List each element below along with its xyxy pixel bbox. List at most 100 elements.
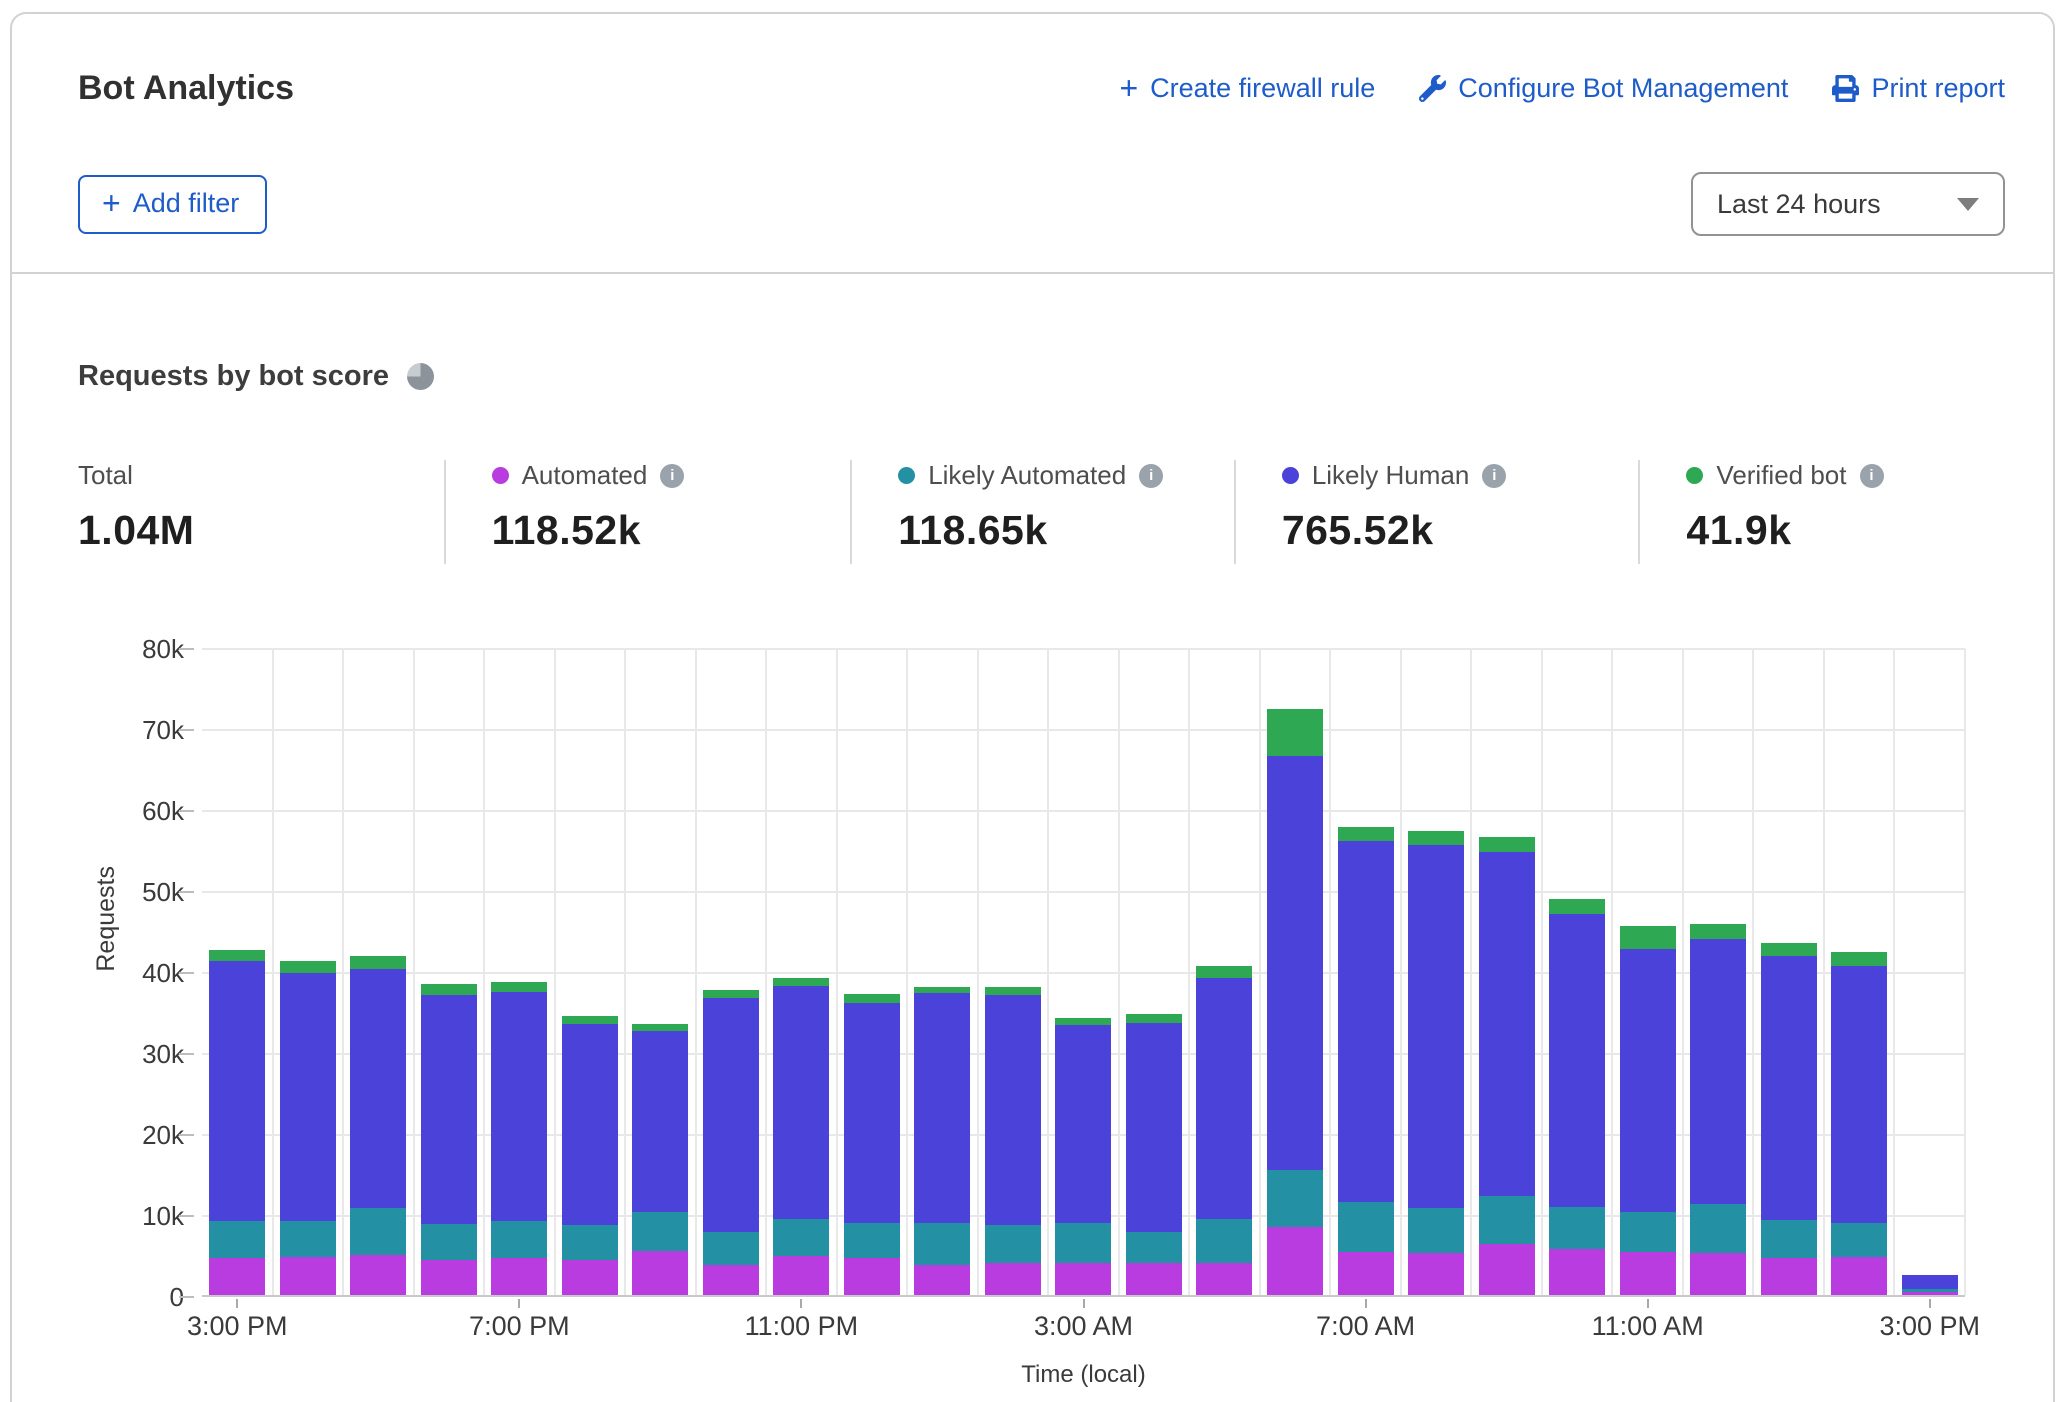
bar-segment-automated	[1196, 1263, 1252, 1295]
chart-slot	[555, 649, 626, 1295]
chart-slot	[273, 649, 344, 1295]
bar-segment-verified-bot	[985, 987, 1041, 994]
stacked-bar[interactable]	[1196, 966, 1252, 1295]
stat-verified-bot: Verified bot i 41.9k	[1638, 460, 2053, 564]
requests-chart: Requests Time (local) 010k20k30k40k50k60…	[12, 584, 2053, 1380]
card-header: Bot Analytics + Create firewall rule Con…	[12, 14, 2053, 274]
bar-segment-likely-human	[491, 992, 547, 1221]
stacked-bar[interactable]	[844, 994, 900, 1295]
bar-segment-likely-automated	[1338, 1202, 1394, 1252]
y-axis-tick-label: 0	[12, 1282, 184, 1313]
stacked-bar[interactable]	[773, 978, 829, 1295]
bar-segment-likely-automated	[280, 1221, 336, 1257]
stacked-bar[interactable]	[280, 961, 336, 1295]
chart-slot	[1330, 649, 1401, 1295]
time-range-value: Last 24 hours	[1717, 189, 1881, 220]
bar-segment-likely-human	[1761, 956, 1817, 1219]
stacked-bar[interactable]	[1408, 831, 1464, 1295]
bar-segment-likely-human	[350, 969, 406, 1207]
likely-automated-legend-dot	[898, 467, 915, 484]
stacked-bar[interactable]	[350, 956, 406, 1295]
bar-segment-automated	[632, 1251, 688, 1295]
bar-segment-likely-human	[844, 1003, 900, 1223]
info-icon[interactable]: i	[1139, 464, 1163, 488]
stacked-bar[interactable]	[1479, 837, 1535, 1295]
bar-segment-automated	[773, 1256, 829, 1295]
y-axis-tickmark	[179, 1215, 194, 1217]
bar-segment-likely-human	[1267, 756, 1323, 1171]
bar-segment-automated	[1055, 1263, 1111, 1295]
stacked-bar[interactable]	[985, 987, 1041, 1295]
stacked-bar[interactable]	[703, 990, 759, 1295]
verified-bot-legend-dot	[1686, 467, 1703, 484]
stacked-bar[interactable]	[1338, 827, 1394, 1295]
bar-segment-automated	[280, 1257, 336, 1295]
x-axis-tickmark	[236, 1299, 238, 1308]
bar-segment-likely-human	[1338, 841, 1394, 1202]
info-icon[interactable]: i	[1482, 464, 1506, 488]
bar-segment-likely-automated	[350, 1208, 406, 1255]
bar-segment-verified-bot	[562, 1016, 618, 1024]
bar-segment-likely-automated	[985, 1225, 1041, 1263]
bar-segment-verified-bot	[844, 994, 900, 1003]
section-title: Requests by bot score	[78, 360, 389, 393]
stacked-bar[interactable]	[562, 1016, 618, 1295]
stacked-bar[interactable]	[421, 984, 477, 1295]
bar-segment-likely-automated	[1831, 1223, 1887, 1257]
stacked-bar[interactable]	[914, 987, 970, 1295]
x-axis-tickmark	[1365, 1299, 1367, 1308]
bar-segment-verified-bot	[703, 990, 759, 998]
stat-verified-bot-value: 41.9k	[1686, 507, 2053, 554]
stacked-bar[interactable]	[1831, 952, 1887, 1295]
stat-total-label: Total	[78, 460, 133, 491]
stats-row: Total 1.04M Automated i 118.52k Likely A…	[12, 460, 2053, 564]
chart-slot	[766, 649, 837, 1295]
bar-segment-automated	[350, 1255, 406, 1296]
configure-bot-management-link[interactable]: Configure Bot Management	[1419, 73, 1788, 104]
bar-segment-automated	[1902, 1292, 1958, 1295]
bar-segment-likely-human	[562, 1024, 618, 1224]
bar-segment-likely-human	[1479, 852, 1535, 1196]
info-icon[interactable]: i	[660, 464, 684, 488]
chart-slot	[625, 649, 696, 1295]
likely-human-legend-dot	[1282, 467, 1299, 484]
stat-likely-human: Likely Human i 765.52k	[1234, 460, 1639, 564]
time-range-select[interactable]: Last 24 hours	[1691, 172, 2005, 236]
bar-segment-likely-automated	[914, 1223, 970, 1265]
stacked-bar[interactable]	[209, 950, 265, 1295]
bar-segment-automated	[703, 1265, 759, 1295]
stat-total-value: 1.04M	[78, 507, 444, 554]
stat-likely-human-label: Likely Human	[1312, 460, 1470, 491]
bar-segment-automated	[1126, 1263, 1182, 1295]
stacked-bar[interactable]	[632, 1024, 688, 1295]
bar-segment-likely-automated	[844, 1223, 900, 1258]
create-firewall-rule-link[interactable]: + Create firewall rule	[1119, 73, 1375, 104]
print-report-label: Print report	[1871, 73, 2005, 104]
bar-segment-automated	[914, 1265, 970, 1295]
bar-segment-likely-automated	[421, 1224, 477, 1260]
stacked-bar[interactable]	[1620, 926, 1676, 1295]
stacked-bar[interactable]	[1267, 709, 1323, 1295]
y-axis-tick-label: 60k	[12, 796, 184, 827]
bar-segment-likely-automated	[1549, 1207, 1605, 1249]
stacked-bar[interactable]	[1761, 943, 1817, 1295]
stacked-bar[interactable]	[1055, 1018, 1111, 1295]
bar-segment-likely-human	[280, 973, 336, 1222]
print-report-link[interactable]: Print report	[1832, 73, 2005, 104]
plus-icon: +	[102, 189, 121, 217]
bar-segment-verified-bot	[1831, 952, 1887, 966]
info-icon[interactable]: i	[1860, 464, 1884, 488]
stacked-bar[interactable]	[1549, 899, 1605, 1295]
chart-slot	[1894, 649, 1965, 1295]
stacked-bar[interactable]	[1902, 1275, 1958, 1295]
stat-total: Total 1.04M	[12, 460, 444, 564]
stacked-bar[interactable]	[1126, 1014, 1182, 1295]
stacked-bar[interactable]	[1690, 924, 1746, 1295]
bar-segment-verified-bot	[773, 978, 829, 985]
bar-segment-automated	[209, 1258, 265, 1295]
chart-slot	[907, 649, 978, 1295]
stacked-bar[interactable]	[491, 982, 547, 1295]
add-filter-button[interactable]: + Add filter	[78, 175, 267, 234]
bar-segment-likely-automated	[1055, 1223, 1111, 1264]
chart-slot	[1824, 649, 1895, 1295]
